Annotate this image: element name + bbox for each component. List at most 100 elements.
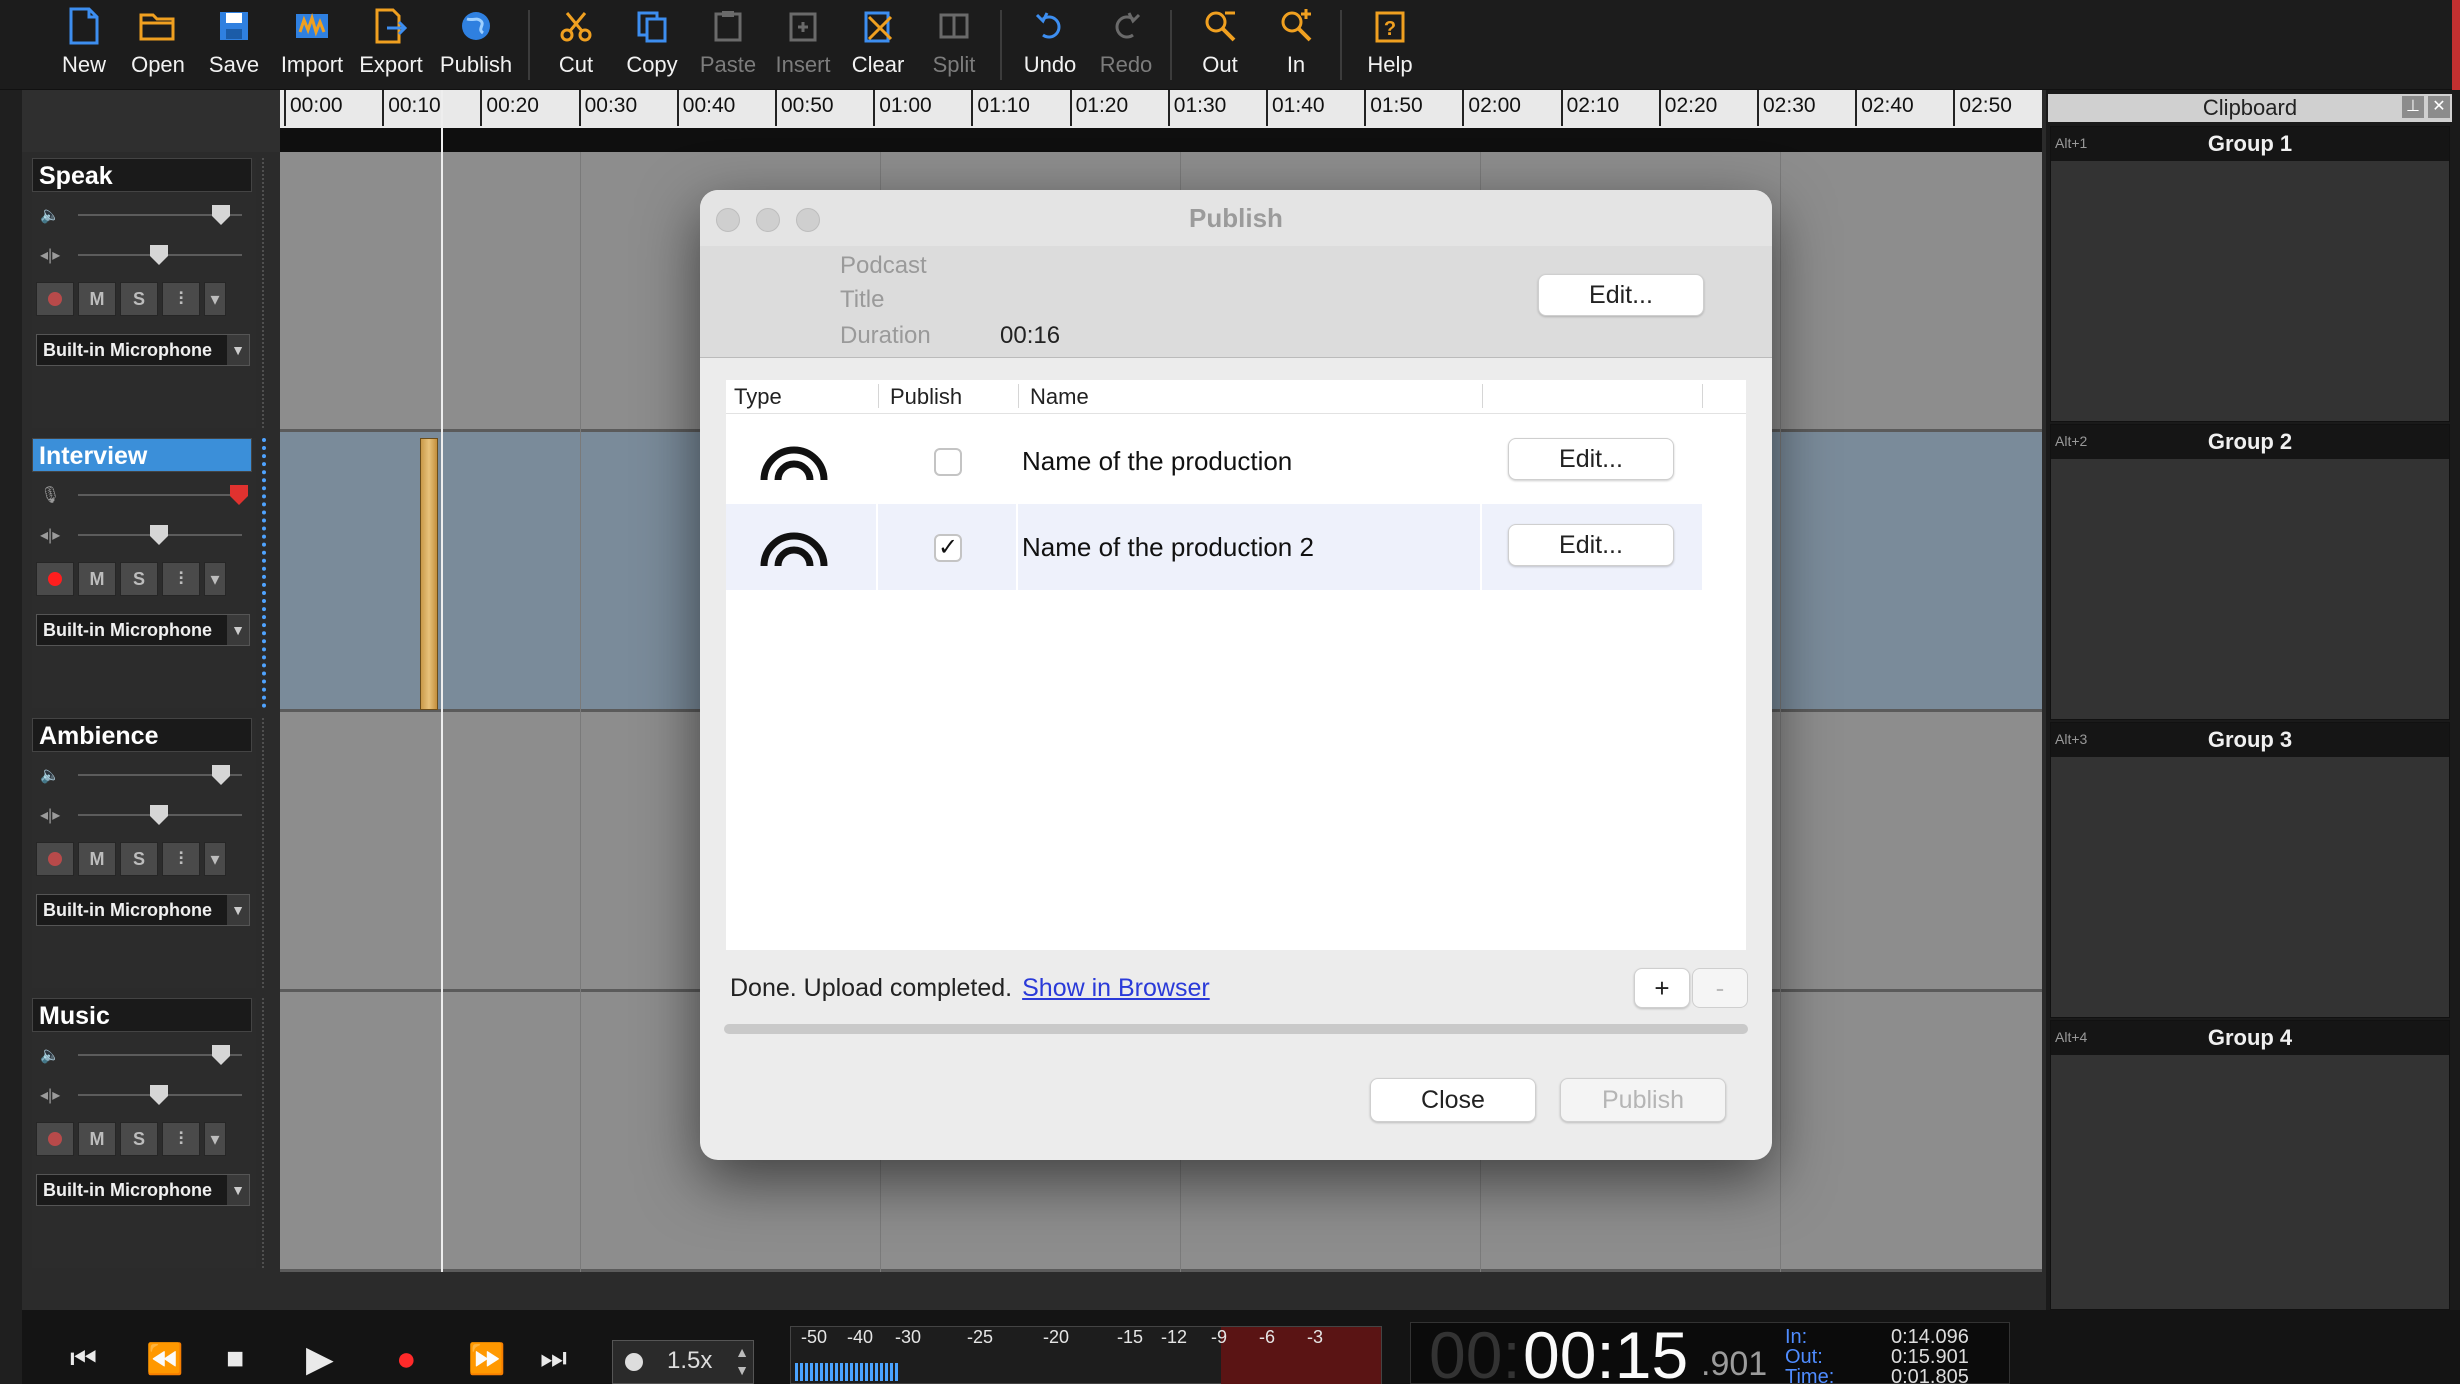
paste-button[interactable]: Paste <box>696 6 760 86</box>
edit-production-button[interactable]: Edit... <box>1508 524 1674 566</box>
input-device-select[interactable]: Built-in Microphone ▼ <box>36 894 250 926</box>
undo-button[interactable]: Undo <box>1018 6 1082 86</box>
publish-checkbox-checked[interactable]: ✓ <box>934 534 962 562</box>
solo-button[interactable]: S <box>120 1122 158 1156</box>
column-name[interactable]: Name <box>1030 384 1089 410</box>
audio-clip[interactable] <box>420 438 438 710</box>
pan-knob[interactable] <box>150 245 168 265</box>
close-button[interactable]: Close <box>1370 1078 1536 1122</box>
edit-metadata-button[interactable]: Edit... <box>1538 274 1704 316</box>
solo-button[interactable]: S <box>120 562 158 596</box>
fast-forward-icon[interactable]: ⏩ <box>468 1342 505 1377</box>
mixer-icon[interactable]: ⫶ <box>162 1122 200 1156</box>
playback-speed-control[interactable]: 1.5x ▲ ▼ <box>612 1340 754 1384</box>
save-button[interactable]: Save <box>204 6 264 86</box>
volume-knob[interactable] <box>212 205 230 225</box>
skip-to-start-icon[interactable]: ⏮ <box>70 1342 97 1376</box>
volume-slider[interactable]: 🔈 <box>38 762 248 788</box>
clipboard-group-3[interactable]: Alt+3 Group 3 <box>2050 722 2450 1018</box>
record-arm-button[interactable] <box>36 282 74 316</box>
record-arm-button[interactable] <box>36 562 74 596</box>
pan-slider[interactable]: ◂|▸ <box>38 802 248 828</box>
mixer-icon[interactable]: ⫶ <box>162 562 200 596</box>
import-button[interactable]: Import <box>276 6 348 86</box>
help-icon: ? <box>1370 6 1410 46</box>
mixer-icon[interactable]: ⫶ <box>162 282 200 316</box>
track-name[interactable]: Interview <box>32 438 252 472</box>
show-in-browser-link[interactable]: Show in Browser <box>1022 974 1210 1002</box>
remove-target-button[interactable]: - <box>1692 968 1748 1008</box>
mute-button[interactable]: M <box>78 1122 116 1156</box>
publish-button[interactable]: Publish <box>436 6 516 86</box>
clipboard-group-4[interactable]: Alt+4 Group 4 <box>2050 1020 2450 1310</box>
record-arm-button[interactable] <box>36 842 74 876</box>
speed-toggle-icon[interactable] <box>625 1353 643 1371</box>
close-icon[interactable]: ✕ <box>2428 96 2450 118</box>
play-icon[interactable]: ▶ <box>306 1338 334 1380</box>
skip-to-end-icon[interactable]: ⏭ <box>540 1342 567 1376</box>
volume-slider[interactable]: 🎙 <box>38 482 248 508</box>
pan-slider[interactable]: ◂|▸ <box>38 242 248 268</box>
input-device-select[interactable]: Built-in Microphone ▼ <box>36 614 250 646</box>
rewind-icon[interactable]: ⏪ <box>146 1342 183 1377</box>
table-row[interactable]: Name of the production Edit... <box>726 418 1702 504</box>
mute-button[interactable]: M <box>78 562 116 596</box>
window-close-icon[interactable] <box>716 208 740 232</box>
export-button[interactable]: Export <box>356 6 426 86</box>
split-button[interactable]: Split <box>924 6 984 86</box>
insert-button[interactable]: Insert <box>770 6 836 86</box>
volume-slider[interactable]: 🔈 <box>38 1042 248 1068</box>
volume-knob[interactable] <box>230 485 248 505</box>
pan-knob[interactable] <box>150 805 168 825</box>
pan-knob[interactable] <box>150 1085 168 1105</box>
mixer-icon[interactable]: ⫶ <box>162 842 200 876</box>
zoom-in-button[interactable]: In <box>1270 6 1322 86</box>
track-name[interactable]: Speak <box>32 158 252 192</box>
window-zoom-icon[interactable] <box>796 208 820 232</box>
zoom-out-button[interactable]: Out <box>1192 6 1248 86</box>
playhead[interactable] <box>441 90 443 1272</box>
pan-slider[interactable]: ◂|▸ <box>38 522 248 548</box>
redo-button[interactable]: Redo <box>1094 6 1158 86</box>
track-menu-icon[interactable]: ▾ <box>204 1122 226 1156</box>
column-type[interactable]: Type <box>734 384 782 410</box>
volume-slider[interactable]: 🔈 <box>38 202 248 228</box>
speed-stepper[interactable]: ▲ ▼ <box>735 1343 749 1379</box>
record-arm-button[interactable] <box>36 1122 74 1156</box>
mute-button[interactable]: M <box>78 282 116 316</box>
clipboard-group-2[interactable]: Alt+2 Group 2 <box>2050 424 2450 720</box>
clear-button[interactable]: Clear <box>846 6 910 86</box>
window-minimize-icon[interactable] <box>756 208 780 232</box>
copy-button[interactable]: Copy <box>620 6 684 86</box>
publish-checkbox[interactable] <box>934 448 962 476</box>
clipboard-group-1[interactable]: Alt+1 Group 1 <box>2050 126 2450 422</box>
solo-button[interactable]: S <box>120 282 158 316</box>
pan-slider[interactable]: ◂|▸ <box>38 1082 248 1108</box>
pin-icon[interactable]: ⊥ <box>2402 96 2424 118</box>
track-name[interactable]: Ambience <box>32 718 252 752</box>
record-icon[interactable]: ● <box>396 1340 417 1379</box>
publish-submit-button[interactable]: Publish <box>1560 1078 1726 1122</box>
pan-knob[interactable] <box>150 525 168 545</box>
input-device-select[interactable]: Built-in Microphone ▼ <box>36 334 250 366</box>
track-menu-icon[interactable]: ▾ <box>204 282 226 316</box>
solo-button[interactable]: S <box>120 842 158 876</box>
track-menu-icon[interactable]: ▾ <box>204 562 226 596</box>
column-publish[interactable]: Publish <box>890 384 962 410</box>
time-ruler[interactable]: 00:00 00:10 00:20 00:30 00:40 00:50 01:00 01:10… <box>280 90 2042 152</box>
input-device-select[interactable]: Built-in Microphone ▼ <box>36 1174 250 1206</box>
add-target-button[interactable]: + <box>1634 968 1690 1008</box>
help-button[interactable]: ? Help <box>1360 6 1420 86</box>
table-row[interactable]: ✓ Name of the production 2 Edit... <box>726 504 1702 590</box>
volume-knob[interactable] <box>212 765 230 785</box>
mute-button[interactable]: M <box>78 842 116 876</box>
cut-button[interactable]: Cut <box>546 6 606 86</box>
edit-production-button[interactable]: Edit... <box>1508 438 1674 480</box>
track-menu-icon[interactable]: ▾ <box>204 842 226 876</box>
stop-icon[interactable]: ■ <box>226 1342 244 1376</box>
track-name[interactable]: Music <box>32 998 252 1032</box>
open-button[interactable]: Open <box>126 6 190 86</box>
volume-knob[interactable] <box>212 1045 230 1065</box>
chevron-down-icon: ▼ <box>227 895 249 925</box>
new-button[interactable]: New <box>54 6 114 86</box>
